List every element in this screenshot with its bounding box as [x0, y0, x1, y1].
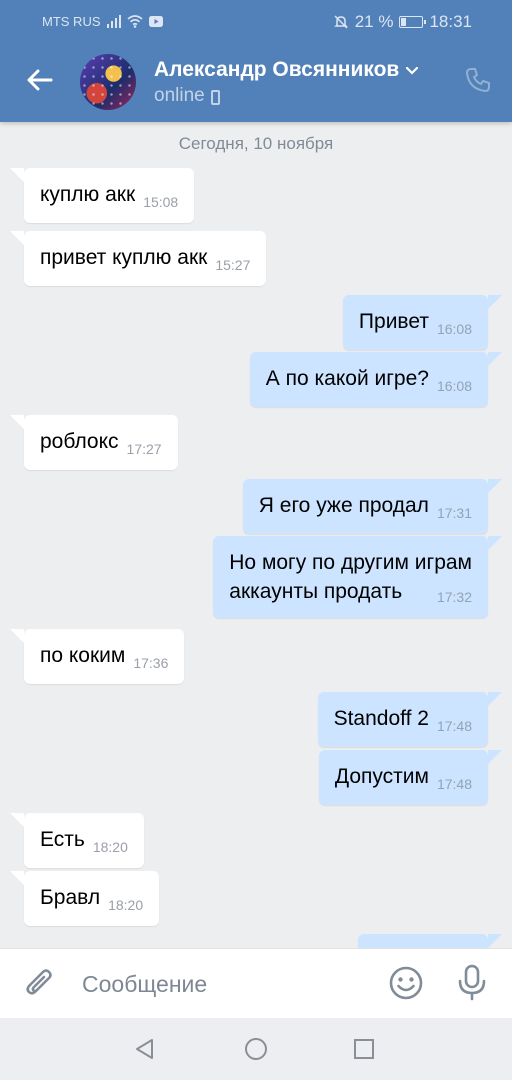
microphone-icon[interactable]	[454, 963, 490, 1001]
presence-text: online	[154, 85, 205, 106]
message-time: 16:08	[436, 378, 472, 394]
message-text: роблокс	[40, 430, 119, 453]
message-time: 15:08	[143, 194, 179, 210]
mobile-device-icon	[210, 89, 220, 105]
message-time: 17:31	[436, 505, 472, 521]
clock: 18:31	[429, 12, 472, 31]
chevron-down-icon	[406, 66, 419, 75]
message-text-line: Но могу по другим играм	[229, 551, 472, 574]
message-time: 17:36	[133, 655, 169, 671]
message-text: по коким	[40, 644, 126, 667]
attach-icon[interactable]	[22, 965, 58, 1001]
message-input[interactable]: Сообщение	[82, 971, 207, 998]
youtube-notification-icon	[148, 16, 163, 27]
message-text: А по какой игре?	[265, 367, 429, 390]
message-bubble-incoming[interactable]: по коким 17:36	[9, 629, 185, 684]
battery-icon	[399, 16, 427, 28]
date-separator: Сегодня, 10 ноября	[178, 134, 334, 153]
message-bubble-outgoing[interactable]: Допустим 17:48	[318, 750, 503, 805]
contact-name[interactable]: Александр Овсянников	[154, 58, 419, 82]
contact-avatar[interactable]	[80, 54, 136, 110]
nav-recent-icon[interactable]	[351, 1036, 377, 1062]
message-bubble-outgoing[interactable]: Привет 16:08	[342, 295, 503, 350]
message-text: Бравл	[40, 886, 101, 909]
message-text: Привет	[358, 310, 429, 333]
wifi-icon	[126, 15, 143, 28]
back-arrow-icon[interactable]	[24, 64, 56, 96]
message-time: 16:08	[436, 321, 472, 337]
battery-percent: 21 %	[354, 12, 394, 31]
message-time: 17:32	[436, 589, 472, 605]
message-time: 15:27	[215, 257, 251, 273]
message-bubble-incoming[interactable]: Есть 18:20	[10, 813, 144, 868]
message-time: 17:27	[126, 441, 162, 457]
message-bubble-outgoing[interactable]: А по какой игре? 16:08	[249, 352, 503, 407]
nav-home-icon[interactable]	[243, 1036, 269, 1062]
signal-icon	[106, 15, 121, 28]
message-text: Standoff 2	[333, 707, 429, 730]
status-bar: MTS RUS 21 % 18:31	[0, 0, 512, 44]
message-time: 18:20	[108, 897, 144, 913]
message-text: привет куплю акк	[40, 246, 208, 269]
message-time: 17:48	[436, 776, 472, 792]
message-bubble-outgoing[interactable]: Standoff 2 17:48	[317, 692, 503, 747]
message-bubble-outgoing[interactable]: Но могу по другим играм аккаунты продать…	[213, 536, 502, 618]
carrier-label: MTS RUS	[42, 14, 101, 29]
chat-header: MTS RUS 21 % 18:31 Александр Овсянников …	[0, 0, 512, 122]
message-bubble-incoming[interactable]: роблокс 17:27	[10, 415, 178, 470]
message-time: 18:20	[92, 839, 128, 855]
message-text: Есть	[40, 828, 85, 851]
message-text-line: аккаунты продать	[229, 580, 403, 603]
presence-status: online	[154, 85, 220, 107]
mute-bell-icon	[333, 15, 348, 29]
contact-name-text: Александр Овсянников	[154, 58, 400, 81]
message-composer: Сообщение	[0, 948, 512, 1018]
nav-back-icon[interactable]	[132, 1036, 158, 1062]
system-navigation-bar	[0, 1018, 512, 1080]
emoji-icon[interactable]	[388, 965, 424, 1001]
message-text: Допустим	[334, 765, 429, 788]
message-bubble-incoming[interactable]: куплю акк 15:08	[9, 168, 195, 223]
message-time: 17:48	[436, 718, 472, 734]
message-bubble-incoming[interactable]: Бравл 18:20	[9, 871, 160, 926]
phone-call-icon[interactable]	[464, 66, 492, 94]
message-text: Я его уже продал	[258, 494, 429, 517]
message-bubble-incoming[interactable]: привет куплю акк 15:27	[9, 231, 267, 286]
message-bubble-outgoing[interactable]: Я его уже продал 17:31	[242, 479, 503, 534]
message-text: куплю акк	[40, 183, 136, 206]
